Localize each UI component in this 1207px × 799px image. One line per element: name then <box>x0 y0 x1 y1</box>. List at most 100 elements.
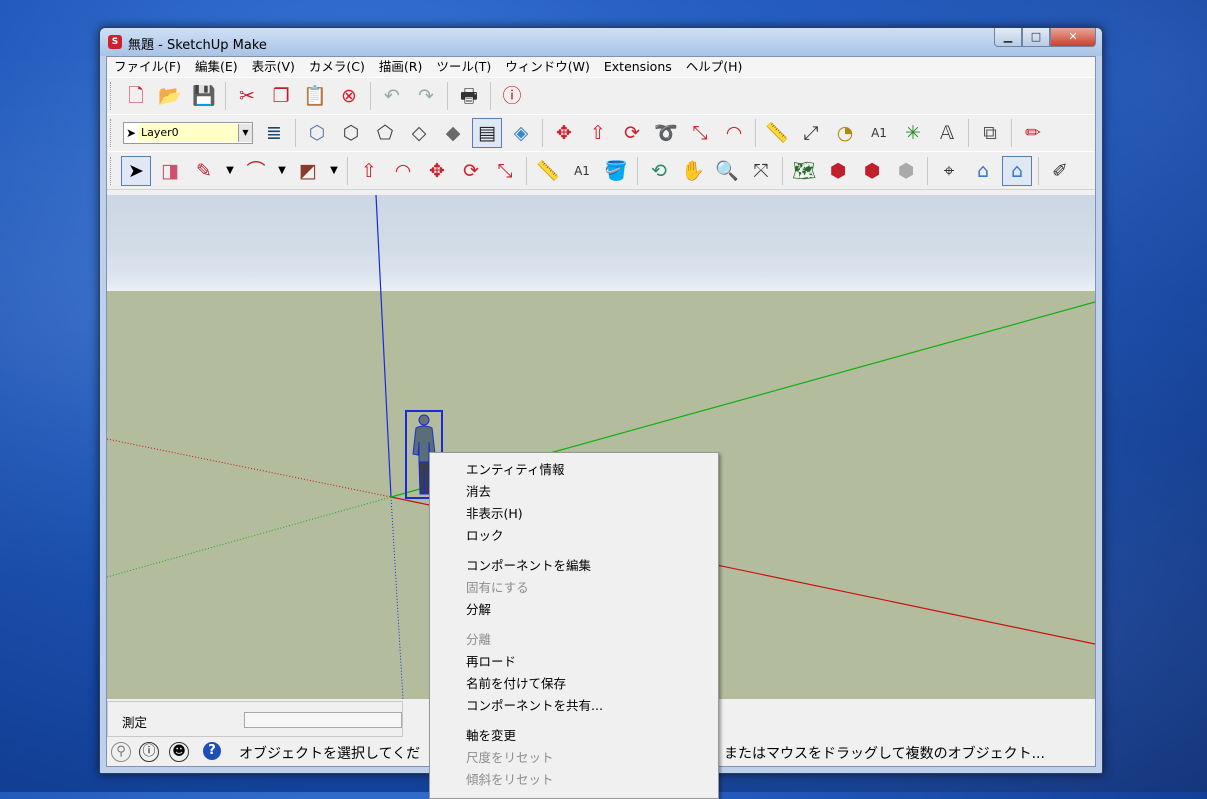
push-pull-icon[interactable]: ⇧ <box>583 118 613 148</box>
scale-icon[interactable]: ⤡ <box>685 118 715 148</box>
menu-item-save-as[interactable]: 名前を付けて保存 <box>466 673 566 692</box>
menu-item-edit-component[interactable]: コンポーネントを編集 <box>466 555 591 574</box>
3d-warehouse-icon[interactable]: ⬢ <box>823 156 853 186</box>
help-icon[interactable]: ? <box>203 742 221 760</box>
toolbar-grip[interactable] <box>110 119 114 147</box>
orbit-icon[interactable]: ⟲ <box>644 156 674 186</box>
toolbar-grip[interactable] <box>110 157 114 185</box>
move-icon[interactable]: ✥ <box>549 118 579 148</box>
text-label-icon[interactable]: A1 <box>864 118 894 148</box>
components-icon[interactable]: ⌂ <box>1002 156 1032 186</box>
red-axis-negative <box>107 438 392 498</box>
follow-me-icon[interactable]: ➰ <box>651 118 681 148</box>
new-file-icon[interactable]: 🗋 <box>121 81 151 111</box>
menu-item-reload[interactable]: 再ロード <box>466 651 516 670</box>
scale-icon[interactable]: ⤡ <box>490 156 520 186</box>
menu-help[interactable]: ヘルプ(H) <box>679 57 750 77</box>
undo-icon[interactable]: ↶ <box>377 81 407 111</box>
print-icon[interactable]: 🖶 <box>454 81 484 111</box>
menu-camera[interactable]: カメラ(C) <box>302 57 372 77</box>
user-account-icon[interactable]: ☻ <box>169 742 189 762</box>
rotate-icon[interactable]: ⟳ <box>617 118 647 148</box>
share-model-icon[interactable]: ⬢ <box>857 156 887 186</box>
menu-view[interactable]: 表示(V) <box>245 57 302 77</box>
menu-draw[interactable]: 描画(R) <box>372 57 429 77</box>
pan-hand-icon[interactable]: ✋ <box>678 156 708 186</box>
redo-icon[interactable]: ↷ <box>411 81 441 111</box>
layer-name: Layer0 <box>138 124 238 142</box>
menu-extensions[interactable]: Extensions <box>597 57 679 77</box>
rectangle-tool-icon[interactable]: ◩ <box>293 156 323 186</box>
paste-icon[interactable]: 📋 <box>300 81 330 111</box>
monochrome-style-icon[interactable]: ◈ <box>506 118 536 148</box>
back-edges-style-icon[interactable]: ⬡ <box>336 118 366 148</box>
dimension-icon[interactable]: ⤢ <box>796 118 826 148</box>
close-button[interactable]: ✕ <box>1050 28 1096 47</box>
shaded-textures-style-icon[interactable]: ▤ <box>472 118 502 148</box>
position-camera-icon[interactable]: ⌖ <box>934 156 964 186</box>
credits-info-icon[interactable]: ⓘ <box>139 742 159 762</box>
copy-icon[interactable]: ❐ <box>266 81 296 111</box>
add-location-icon[interactable]: 🗺 <box>789 156 819 186</box>
hidden-line-style-icon[interactable]: ◇ <box>404 118 434 148</box>
menu-edit[interactable]: 編集(E) <box>188 57 245 77</box>
menu-tools[interactable]: ツール(T) <box>429 57 498 77</box>
measurements-box: 測定 <box>107 701 403 737</box>
chevron-down-icon[interactable]: ▼ <box>327 156 341 186</box>
cut-icon[interactable]: ✂ <box>232 81 262 111</box>
section-plane-icon[interactable]: ⧉ <box>975 118 1005 148</box>
tape-measure-icon[interactable]: 📏 <box>533 156 563 186</box>
protractor-icon[interactable]: ◔ <box>830 118 860 148</box>
maximize-button[interactable]: □ <box>1022 28 1050 47</box>
shaded-style-icon[interactable]: ◆ <box>438 118 468 148</box>
menu-item-explode[interactable]: 分解 <box>466 599 491 618</box>
model-info-icon[interactable]: ⓘ <box>497 81 527 111</box>
axes-icon[interactable]: ✳ <box>898 118 928 148</box>
save-icon[interactable]: 💾 <box>189 81 219 111</box>
erase-icon[interactable]: ⊗ <box>334 81 364 111</box>
menu-item-share-component[interactable]: コンポーネントを共有... <box>466 695 603 714</box>
chevron-down-icon[interactable]: ▼ <box>223 156 237 186</box>
toolbar-row-3: ➤ ◨ ✎ ▼ ⌒ ▼ ◩ ▼ ⇧ ◠ ✥ ⟳ ⤡ 📏 A1 🪣 ⟲ ✋ 🔍 ⤧… <box>107 151 1095 190</box>
offset-icon[interactable]: ◠ <box>719 118 749 148</box>
wireframe-style-icon[interactable]: ⬠ <box>370 118 400 148</box>
open-folder-icon[interactable]: 📂 <box>155 81 185 111</box>
title-bar[interactable]: S 無題 - SketchUp Make ▁ □ ✕ <box>100 28 1102 56</box>
status-text: オブジェクトを選択してくだ <box>239 746 421 762</box>
layer-manager-icon[interactable]: ≣ <box>259 118 289 148</box>
3d-text-icon[interactable]: 𝔸 <box>932 118 962 148</box>
menu-window[interactable]: ウィンドウ(W) <box>498 57 597 77</box>
layer-select[interactable]: ➤ Layer0 ▼ <box>123 122 253 144</box>
menu-item-erase[interactable]: 消去 <box>466 481 491 500</box>
zoom-icon[interactable]: 🔍 <box>712 156 742 186</box>
geo-location-icon[interactable]: ⚲ <box>111 742 131 762</box>
zoom-extents-icon[interactable]: ⤧ <box>746 156 776 186</box>
menu-item-entity-info[interactable]: エンティティ情報 <box>466 459 565 478</box>
measure-input[interactable] <box>244 712 402 728</box>
pencil-icon[interactable]: ✏ <box>1018 118 1048 148</box>
menu-file[interactable]: ファイル(F) <box>107 57 188 77</box>
xray-style-icon[interactable]: ⬡ <box>302 118 332 148</box>
menu-item-change-axes[interactable]: 軸を変更 <box>466 725 516 744</box>
toolbar-grip[interactable] <box>110 82 114 110</box>
menu-item-hide[interactable]: 非表示(H) <box>466 503 523 522</box>
eraser-icon[interactable]: ◨ <box>155 156 185 186</box>
share-component-icon[interactable]: ⬢ <box>891 156 921 186</box>
text-label-icon[interactable]: A1 <box>567 156 597 186</box>
chevron-down-icon[interactable]: ▼ <box>275 156 289 186</box>
push-pull-icon[interactable]: ⇧ <box>354 156 384 186</box>
chevron-down-icon[interactable]: ▼ <box>238 124 252 142</box>
select-tool-icon[interactable]: ➤ <box>121 156 151 186</box>
edit-icon[interactable]: ✐ <box>1045 156 1075 186</box>
offset-icon[interactable]: ◠ <box>388 156 418 186</box>
line-tool-icon[interactable]: ✎ <box>189 156 219 186</box>
arc-tool-icon[interactable]: ⌒ <box>241 156 271 186</box>
tape-measure-icon[interactable]: 📏 <box>762 118 792 148</box>
component-outliner-icon[interactable]: ⌂ <box>968 156 998 186</box>
paint-bucket-icon[interactable]: 🪣 <box>601 156 631 186</box>
move-icon[interactable]: ✥ <box>422 156 452 186</box>
rotate-icon[interactable]: ⟳ <box>456 156 486 186</box>
sketchup-logo-icon[interactable]: S <box>108 35 122 49</box>
menu-item-lock[interactable]: ロック <box>466 525 504 544</box>
minimize-button[interactable]: ▁ <box>994 28 1022 47</box>
